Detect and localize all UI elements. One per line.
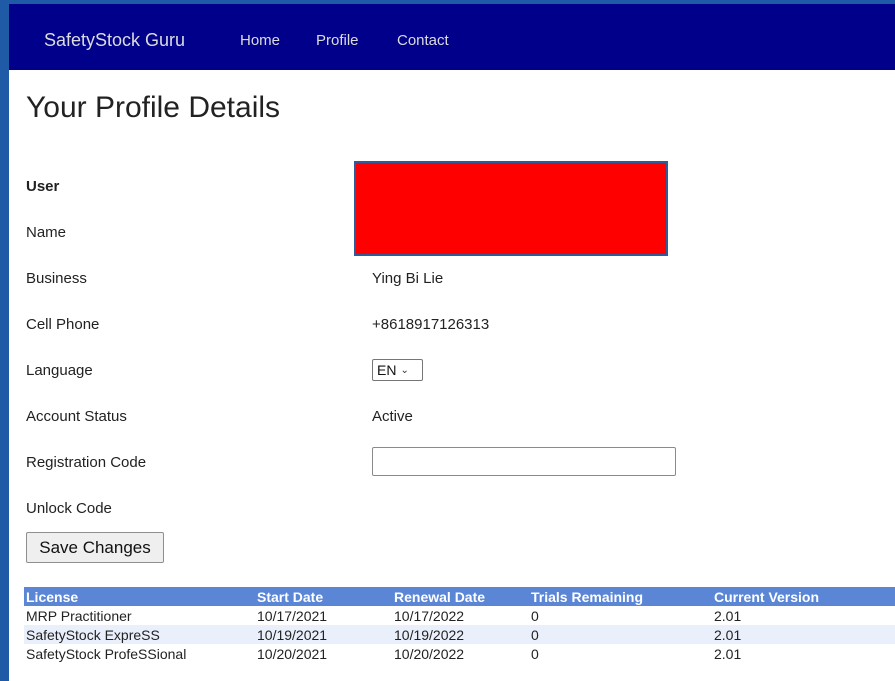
language-selected-value: EN	[377, 362, 397, 378]
trials-remaining-cell: 0	[531, 607, 539, 624]
name-label: Name	[26, 224, 67, 241]
table-row: SafetyStock ProfeSSional 10/20/2021 10/2…	[24, 644, 895, 663]
start-date-cell: 10/19/2021	[255, 625, 392, 644]
language-select[interactable]: EN ⌄	[372, 359, 423, 381]
account-status-value: Active	[372, 408, 413, 425]
license-name-cell: SafetyStock ProfeSSional	[26, 645, 187, 662]
column-header-start-date: Start Date	[255, 587, 392, 606]
license-table: License Start Date Renewal Date Trials R…	[24, 587, 895, 663]
business-value: Ying Bi Lie	[372, 270, 444, 287]
window-frame-left	[0, 0, 9, 681]
renewal-date-cell: 10/20/2022	[394, 645, 465, 662]
save-changes-button[interactable]: Save Changes	[26, 532, 164, 563]
top-navbar: SafetyStock Guru Home Profile Contact	[9, 4, 895, 70]
table-row: MRP Practitioner 10/17/2021 10/17/2022 0…	[24, 606, 895, 625]
brand-link[interactable]: SafetyStock Guru	[44, 30, 185, 51]
business-label: Business	[26, 270, 87, 287]
license-name-cell: SafetyStock ExpreSS	[24, 625, 255, 644]
license-name-cell: MRP Practitioner	[26, 607, 132, 624]
column-header-license: License	[24, 587, 255, 606]
registration-code-input[interactable]	[372, 447, 676, 476]
nav-link-home[interactable]: Home	[240, 32, 280, 49]
current-version-cell: 2.01	[714, 607, 742, 624]
user-label: User	[26, 178, 60, 195]
nav-link-profile[interactable]: Profile	[316, 32, 359, 49]
registration-code-label: Registration Code	[26, 454, 147, 471]
renewal-date-cell: 10/17/2022	[394, 607, 465, 624]
trials-remaining-cell: 0	[531, 645, 539, 662]
cell-phone-label: Cell Phone	[26, 316, 100, 333]
page-title: Your Profile Details	[26, 91, 281, 124]
cell-phone-value: +8618917126313	[372, 316, 490, 333]
start-date-cell: 10/20/2021	[257, 645, 328, 662]
table-header-row: License Start Date Renewal Date Trials R…	[24, 587, 895, 606]
current-version-cell: 2.01	[714, 645, 742, 662]
account-status-label: Account Status	[26, 408, 127, 425]
column-header-current-version: Current Version	[712, 587, 895, 606]
language-label: Language	[26, 362, 93, 379]
column-header-trials-remaining: Trials Remaining	[529, 587, 712, 606]
chevron-down-icon: ⌄	[400, 364, 409, 376]
trials-remaining-cell: 0	[529, 625, 712, 644]
start-date-cell: 10/17/2021	[257, 607, 328, 624]
nav-link-contact[interactable]: Contact	[397, 32, 449, 49]
redacted-name-block	[354, 161, 668, 256]
unlock-code-label: Unlock Code	[26, 500, 112, 517]
current-version-cell: 2.01	[712, 625, 895, 644]
column-header-renewal-date: Renewal Date	[392, 587, 529, 606]
renewal-date-cell: 10/19/2022	[392, 625, 529, 644]
table-row: SafetyStock ExpreSS 10/19/2021 10/19/202…	[24, 625, 895, 644]
